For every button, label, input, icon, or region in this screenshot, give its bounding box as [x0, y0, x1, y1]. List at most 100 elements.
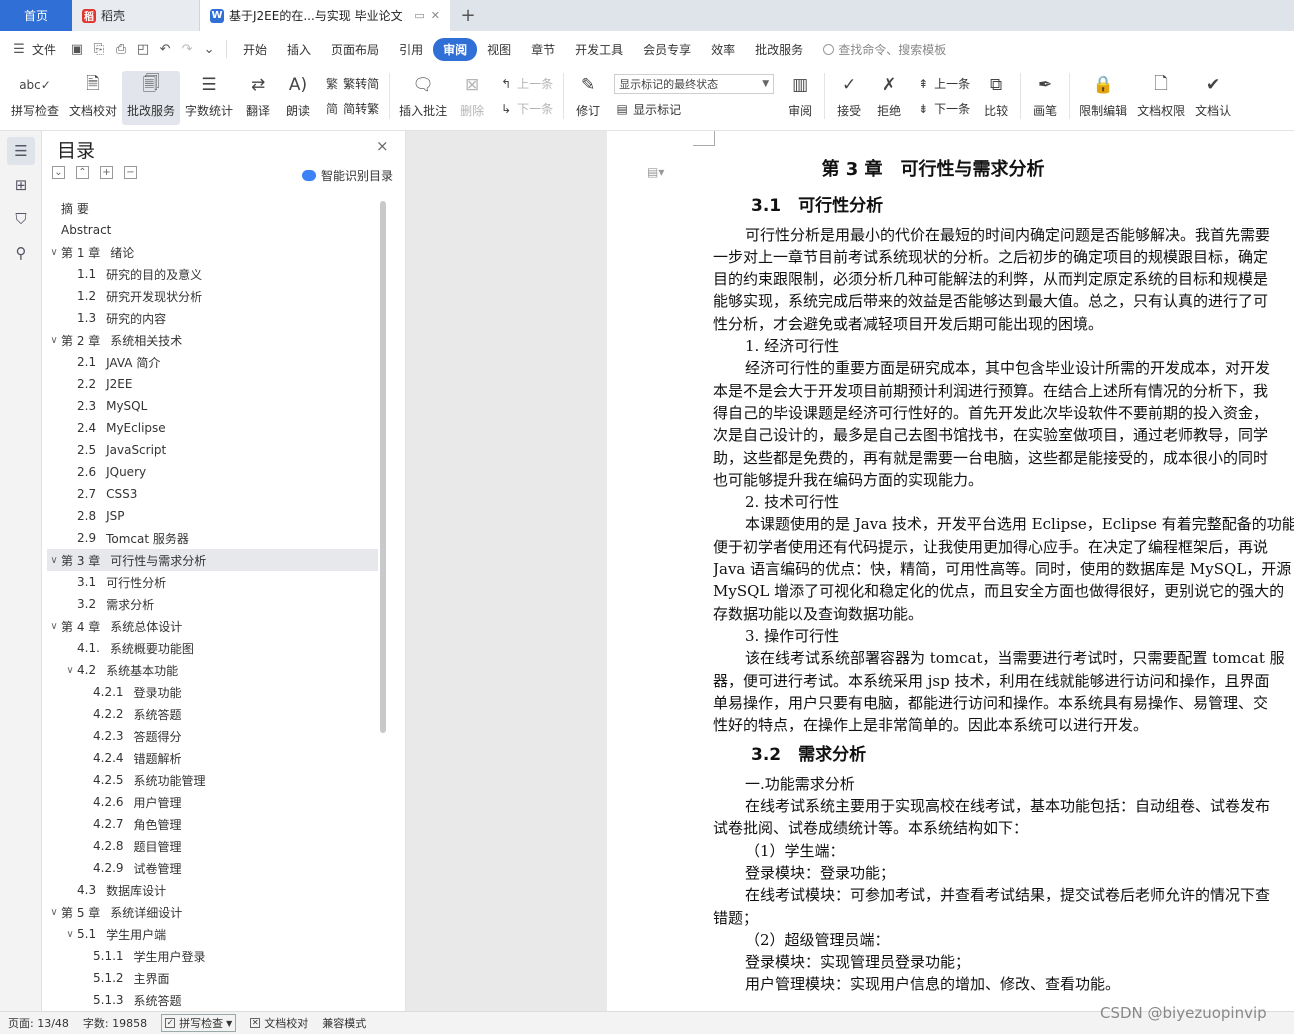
- toc-item[interactable]: 4.2.2 系统答题: [47, 703, 378, 725]
- toc-item[interactable]: 1.3 研究的内容: [47, 307, 378, 329]
- remove-heading-icon[interactable]: −: [124, 166, 137, 179]
- doc-check-button[interactable]: 🗎 文档校对: [64, 71, 122, 125]
- chevron-down-icon[interactable]: ∨: [47, 247, 61, 258]
- close-icon[interactable]: ×: [376, 137, 389, 155]
- add-heading-icon[interactable]: +: [100, 166, 113, 179]
- read-aloud-button[interactable]: A) 朗读: [278, 71, 318, 125]
- export-icon[interactable]: ⎘: [88, 42, 110, 57]
- chevron-down-icon[interactable]: ∨: [47, 335, 61, 346]
- chevron-down-icon[interactable]: ∨: [63, 665, 77, 676]
- spellcheck-button[interactable]: abc✓ 拼写检查: [6, 71, 64, 125]
- toc-item[interactable]: 2.9 Tomcat 服务器: [47, 527, 378, 549]
- toc-item[interactable]: 4.2.8 题目管理: [47, 835, 378, 857]
- restrict-edit-button[interactable]: 🔒 限制编辑: [1074, 71, 1132, 125]
- toc-item[interactable]: 4.2.9 试卷管理: [47, 857, 378, 879]
- save-icon[interactable]: ▣: [66, 42, 88, 57]
- toc-item[interactable]: 1.2 研究开发现状分析: [47, 285, 378, 307]
- new-tab-button[interactable]: +: [450, 0, 486, 31]
- smart-toc-button[interactable]: 智能识别目录: [302, 167, 393, 184]
- tab-document[interactable]: W 基于J2EE的在...与实现 毕业论文 ▭ ✕: [200, 0, 450, 31]
- toc-nav-icon[interactable]: ☰: [7, 137, 35, 165]
- toc-item[interactable]: 2.3 MySQL: [47, 395, 378, 417]
- trad-to-simp-button[interactable]: 繁繁转简: [324, 75, 379, 92]
- chevron-down-icon[interactable]: ∨: [47, 621, 61, 632]
- reject-button[interactable]: ✗ 拒绝: [869, 71, 909, 125]
- toc-item[interactable]: 1.1 研究的目的及意义: [47, 263, 378, 285]
- toc-item[interactable]: 4.2.7 角色管理: [47, 813, 378, 835]
- toc-item[interactable]: 2.4 MyEclipse: [47, 417, 378, 439]
- toc-scrollbar[interactable]: [380, 201, 386, 733]
- doc-cert-button[interactable]: ✔ 文档认: [1190, 71, 1236, 125]
- doc-rights-button[interactable]: 🗋 文档权限: [1132, 71, 1190, 125]
- toc-item[interactable]: ∨ 第 2 章系统相关技术: [47, 329, 378, 351]
- window-mode-icon[interactable]: ▭: [414, 9, 424, 22]
- show-markup-button[interactable]: ▤ 显示标记: [614, 101, 774, 118]
- toc-item[interactable]: 4.2.1 登录功能: [47, 681, 378, 703]
- toc-item[interactable]: 4.2.6 用户管理: [47, 791, 378, 813]
- menu-review[interactable]: 审阅: [433, 37, 478, 61]
- menu-file[interactable]: 文件: [30, 38, 66, 61]
- menu-efficiency[interactable]: 效率: [701, 38, 745, 61]
- word-count-button[interactable]: ☰ 字数统计: [180, 71, 238, 125]
- toc-item[interactable]: ∨ 4.2 系统基本功能: [47, 659, 378, 681]
- review-service-button[interactable]: 🗐 批改服务: [122, 71, 181, 125]
- menu-reference[interactable]: 引用: [389, 38, 433, 61]
- toc-item[interactable]: 3.1 可行性分析: [47, 571, 378, 593]
- close-tab-icon[interactable]: ✕: [431, 9, 440, 22]
- toc-item[interactable]: ∨ 第 5 章系统详细设计: [47, 901, 378, 923]
- toc-item[interactable]: 2.1 JAVA 简介: [47, 351, 378, 373]
- toc-item[interactable]: ∨ 5.1 学生用户端: [47, 923, 378, 945]
- collapse-all-icon[interactable]: ⌃: [76, 166, 89, 179]
- spellcheck-toggle[interactable]: ✓ 拼写检查 ▼: [161, 1014, 237, 1032]
- toc-item[interactable]: ∨ 第 3 章可行性与需求分析: [47, 549, 378, 571]
- customize-icon[interactable]: ⌄: [198, 42, 220, 57]
- toc-item[interactable]: ∨ 第 1 章绪论: [47, 241, 378, 263]
- bookmark-icon[interactable]: ⛉: [7, 205, 35, 233]
- redo-icon[interactable]: ↷: [176, 42, 198, 57]
- tab-daoke[interactable]: 稻稻壳: [72, 0, 200, 31]
- delete-comment-button[interactable]: ⊠ 删除: [452, 71, 492, 125]
- prev-change-button[interactable]: ⇞ 上一条: [915, 75, 970, 92]
- prev-comment-button[interactable]: ↰ 上一条: [498, 75, 553, 92]
- next-comment-button[interactable]: ↳ 下一条: [498, 100, 553, 117]
- pen-button[interactable]: ✒ 画笔: [1025, 71, 1065, 125]
- accept-button[interactable]: ✓ 接受: [829, 71, 869, 125]
- toc-item[interactable]: 4.2.4 错题解析: [47, 747, 378, 769]
- toc-item[interactable]: Abstract: [47, 219, 378, 241]
- tab-home[interactable]: 首页: [0, 0, 72, 31]
- menu-review-service[interactable]: 批改服务: [745, 38, 813, 61]
- preview-icon[interactable]: ◰: [132, 42, 154, 57]
- chevron-down-icon[interactable]: ∨: [63, 929, 77, 940]
- print-icon[interactable]: ⎙: [110, 42, 132, 57]
- menu-start[interactable]: 开始: [233, 38, 277, 61]
- toc-item[interactable]: ∨ 第 4 章系统总体设计: [47, 615, 378, 637]
- expand-all-icon[interactable]: ⌄: [52, 166, 65, 179]
- toc-item[interactable]: 4.3 数据库设计: [47, 879, 378, 901]
- compare-button[interactable]: ⧉ 比较: [976, 71, 1016, 125]
- markup-state-select[interactable]: 显示标记的最终状态 ▼: [614, 74, 775, 95]
- command-search[interactable]: 查找命令、搜索模板: [823, 41, 946, 58]
- translate-button[interactable]: ⇄ 翻译: [238, 71, 278, 125]
- toc-item[interactable]: 4.2.5 系统功能管理: [47, 769, 378, 791]
- toc-item[interactable]: 2.2 J2EE: [47, 373, 378, 395]
- toc-item[interactable]: 4.2.3 答题得分: [47, 725, 378, 747]
- page-indicator[interactable]: 页面: 13/48: [8, 1015, 69, 1031]
- review-pane-button[interactable]: ▥ 审阅: [780, 71, 820, 125]
- track-changes-button[interactable]: ✎ 修订: [568, 71, 608, 125]
- toc-item[interactable]: 5.1.3 系统答题: [47, 989, 378, 1009]
- chevron-down-icon[interactable]: ∨: [47, 907, 61, 918]
- menu-chapter[interactable]: 章节: [521, 38, 565, 61]
- toc-item[interactable]: 3.2 需求分析: [47, 593, 378, 615]
- hamburger-icon[interactable]: ☰: [8, 42, 30, 57]
- toc-item[interactable]: 5.1.1 学生用户登录: [47, 945, 378, 967]
- proof-toggle[interactable]: ✕ 文档校对: [250, 1015, 308, 1031]
- toc-item[interactable]: 2.5 JavaScript: [47, 439, 378, 461]
- find-icon[interactable]: ⚲: [7, 239, 35, 267]
- document-page[interactable]: ▤▾ 第 3 章 可行性与需求分析 3.1 可行性分析 可行性分析是用最小的代价…: [607, 131, 1294, 1011]
- undo-icon[interactable]: ↶: [154, 42, 176, 57]
- menu-view[interactable]: 视图: [477, 38, 521, 61]
- word-count-indicator[interactable]: 字数: 19858: [83, 1015, 147, 1031]
- paragraph-handle-icon[interactable]: ▤▾: [647, 165, 664, 179]
- toc-item[interactable]: 摘 要: [47, 197, 378, 219]
- simp-to-trad-button[interactable]: 简简转繁: [324, 100, 379, 117]
